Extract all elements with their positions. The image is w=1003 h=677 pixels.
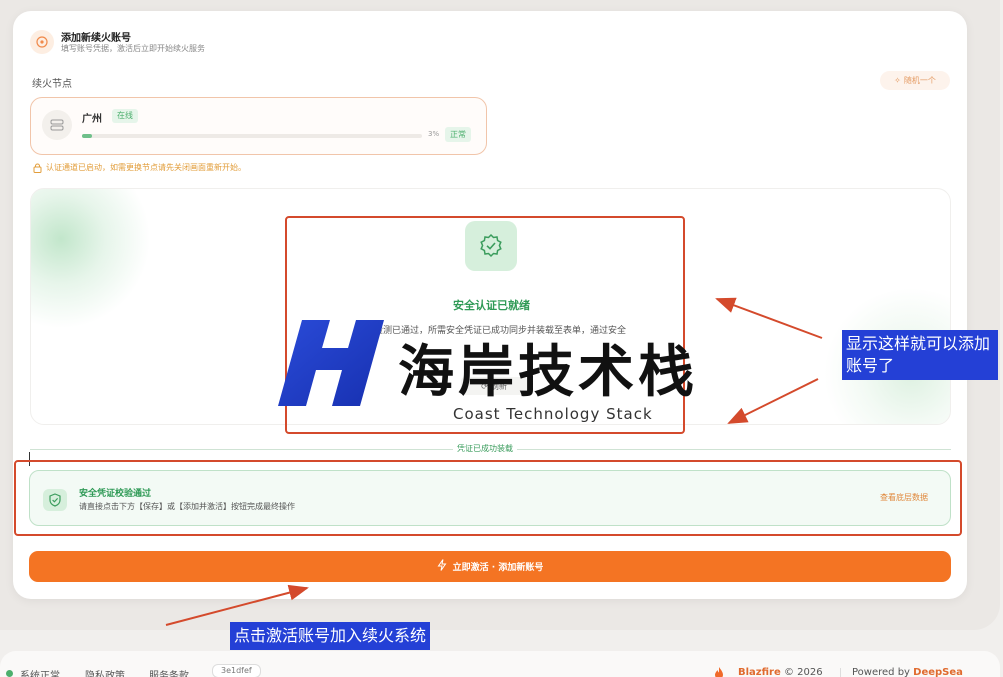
footer-privacy-link[interactable]: 隐私政策 <box>85 667 125 677</box>
server-icon <box>42 110 72 140</box>
sparkle-icon: ✧ <box>894 76 901 85</box>
add-account-icon <box>30 30 54 54</box>
node-card-guangzhou[interactable]: 广州 在线 3% 正常 <box>30 97 487 155</box>
watermark-logo-icon <box>278 320 384 406</box>
footer-brand: Blazfire © 2026 <box>738 667 823 677</box>
footer-version-hash: 3e1dfef <box>212 664 261 677</box>
node-warning-text: 认证通道已启动，如需更换节点请先关闭画面重新开始。 <box>46 163 246 172</box>
annotation-highlight-success <box>14 460 962 536</box>
footer-copyright: © 2026 <box>783 667 823 677</box>
node-load-percent: 3% <box>428 130 440 138</box>
footer-separator <box>840 668 841 677</box>
watermark-title: 海岸技术栈 <box>398 340 698 405</box>
annotation-callout-right: 显示这样就可以添加账号了 <box>842 330 998 380</box>
footer-powered-prefix: Powered by <box>852 667 910 677</box>
activate-button-label: 立即激活 · 添加新账号 <box>452 563 544 573</box>
page-title: 添加新续火账号 <box>61 33 131 44</box>
watermark-subtitle: Coast Technology Stack <box>453 405 653 423</box>
node-name: 广州 <box>82 114 102 125</box>
random-node-label: 随机一个 <box>903 76 936 85</box>
node-section-label: 续火节点 <box>32 79 72 90</box>
footer-terms-link[interactable]: 服务条款 <box>149 667 189 677</box>
annotation-callout-bottom: 点击激活账号加入续火系统 <box>230 622 431 650</box>
page-subtitle: 填写账号凭据，激活后立即开始续火服务 <box>61 44 205 53</box>
node-warning: 认证通道已启动，如需更换节点请先关闭画面重新开始。 <box>33 162 246 173</box>
footer-status: 系统正常 <box>20 671 60 677</box>
random-node-button[interactable]: ✧ 随机一个 <box>880 71 950 90</box>
flame-icon <box>715 667 723 677</box>
activate-add-account-button[interactable]: 立即激活 · 添加新账号 <box>29 551 951 582</box>
status-dot-icon <box>6 670 13 677</box>
lock-icon <box>33 163 42 173</box>
node-status-badge: 正常 <box>445 127 471 142</box>
credentials-loaded-label: 凭证已成功装载 <box>453 443 517 454</box>
footer-powered-by: Powered by DeepSea <box>852 667 963 677</box>
footer-powered-name[interactable]: DeepSea <box>913 667 963 677</box>
node-online-badge: 在线 <box>112 109 138 123</box>
lightning-icon <box>437 559 447 574</box>
node-load-fill <box>82 134 93 138</box>
footer-brand-name: Blazfire <box>738 667 781 677</box>
node-load-bar <box>82 134 422 138</box>
